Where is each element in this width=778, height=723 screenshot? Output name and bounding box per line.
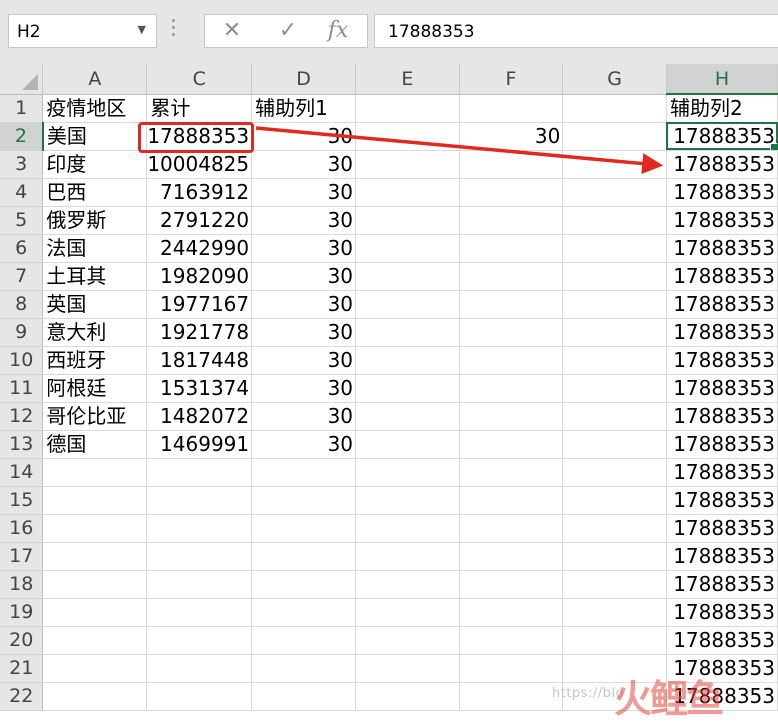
annotation-arrow — [255, 126, 664, 175]
arrow-line — [255, 126, 664, 175]
